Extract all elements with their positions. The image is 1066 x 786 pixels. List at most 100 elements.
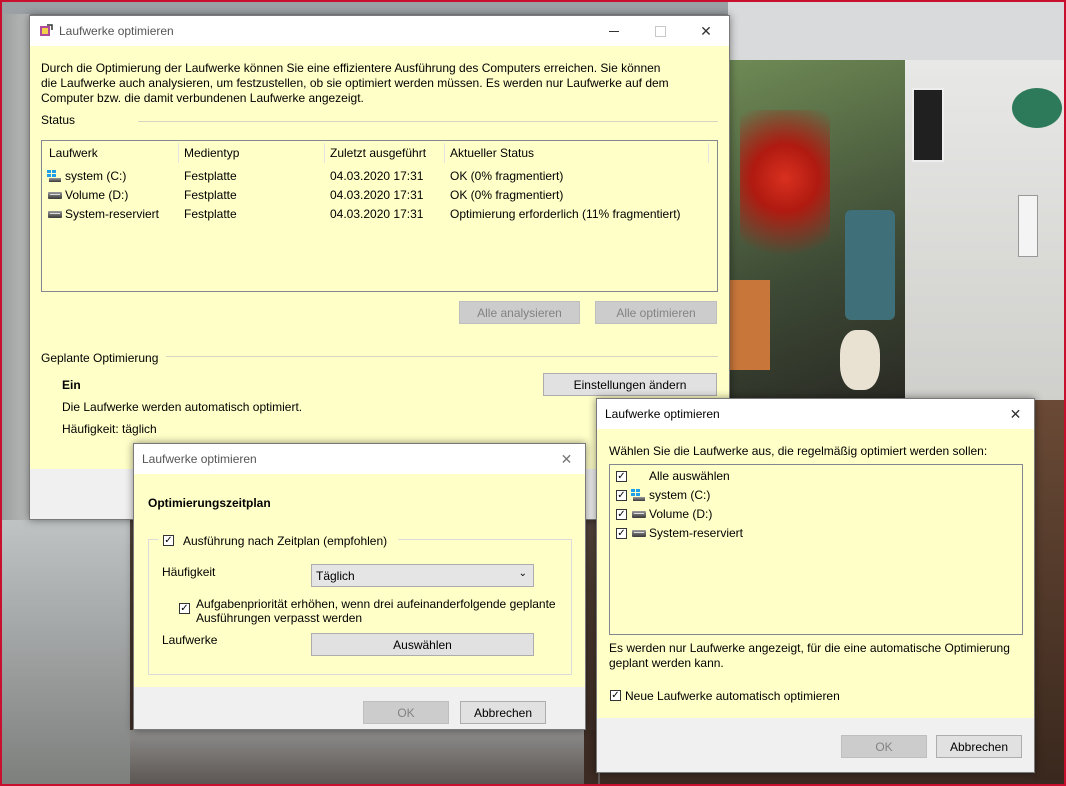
select-dialog-title: Laufwerke optimieren <box>605 407 720 421</box>
change-settings-button[interactable]: Einstellungen ändern <box>543 373 717 396</box>
select-dialog-close-button[interactable]: ✕ <box>997 399 1034 429</box>
windows-drive-icon <box>47 170 61 182</box>
checkmark-icon: ✓ <box>617 508 626 520</box>
list-item[interactable]: ✓ system (C:) <box>610 486 1022 505</box>
status-label: Status <box>41 113 76 127</box>
schedule-dialog-close-button[interactable]: ✕ <box>548 444 585 474</box>
select-note-line-1: Es werden nur Laufwerke angezeigt, für d… <box>609 641 1010 655</box>
checkmark-icon: ✓ <box>611 689 620 701</box>
schedule-dialog-titlebar[interactable]: Laufwerke optimieren ✕ <box>134 444 585 474</box>
drive-media-type: Festplatte <box>184 188 237 202</box>
close-button[interactable]: ✕ <box>683 16 729 46</box>
schedule-ok-button[interactable]: OK <box>363 701 449 724</box>
priority-label-line-2[interactable]: Ausführungen verpasst werden <box>196 611 362 625</box>
drive-label: Volume (D:) <box>649 507 713 521</box>
drive-last-run: 04.03.2020 17:31 <box>330 207 424 221</box>
select-all-label: Alle auswählen <box>649 469 730 483</box>
checkmark-icon: ✓ <box>164 534 173 546</box>
frequency-select-value: Täglich <box>316 569 355 583</box>
column-header-status[interactable]: Aktueller Status <box>450 146 534 160</box>
column-header-media[interactable]: Medientyp <box>184 146 239 160</box>
scheduled-optimization-label: Geplante Optimierung <box>41 351 159 365</box>
minimize-icon <box>609 30 619 32</box>
drive-checkbox[interactable]: ✓ <box>616 490 627 501</box>
drives-list-header: Laufwerk Medientyp Zuletzt ausgeführt Ak… <box>42 141 717 165</box>
checkmark-icon: ✓ <box>617 470 626 482</box>
hard-drive-icon <box>48 192 62 199</box>
list-item[interactable]: ✓ System-reserviert <box>610 524 1022 543</box>
hard-drive-icon <box>48 211 62 218</box>
maximize-icon <box>654 25 666 37</box>
drive-name: Volume (D:) <box>65 188 129 202</box>
scheduled-description: Die Laufwerke werden automatisch optimie… <box>62 400 303 414</box>
analyze-all-button[interactable]: Alle analysieren <box>459 301 580 324</box>
drive-checklist[interactable]: ✓ Alle auswählen ✓ system (C:) ✓ Volume … <box>609 464 1023 635</box>
close-icon: ✕ <box>560 450 573 467</box>
drive-label: System-reserviert <box>649 526 744 540</box>
drive-media-type: Festplatte <box>184 207 237 221</box>
select-ok-button[interactable]: OK <box>841 735 927 758</box>
frequency-select[interactable]: Täglich ⌄ <box>311 564 534 587</box>
auto-optimize-new-label[interactable]: Neue Laufwerke automatisch optimieren <box>625 689 840 703</box>
choose-drives-button[interactable]: Auswählen <box>311 633 534 656</box>
table-row[interactable]: Volume (D:) Festplatte 04.03.2020 17:31 … <box>42 186 717 205</box>
list-item[interactable]: ✓ Alle auswählen <box>610 467 1022 486</box>
drive-status: Optimierung erforderlich (11% fragmentie… <box>450 207 681 221</box>
description-line-1: Durch die Optimierung der Laufwerke könn… <box>41 61 661 75</box>
close-icon: ✕ <box>1009 405 1022 422</box>
select-instruction: Wählen Sie die Laufwerke aus, die regelm… <box>609 444 988 458</box>
drive-name: system (C:) <box>65 169 127 183</box>
schedule-dialog-title: Laufwerke optimieren <box>142 452 257 466</box>
column-divider[interactable] <box>444 143 445 163</box>
column-header-drive[interactable]: Laufwerk <box>49 146 98 160</box>
description-line-2: die Laufwerke auch analysieren, um festz… <box>41 76 669 90</box>
run-on-schedule-label[interactable]: Ausführung nach Zeitplan (empfohlen) <box>183 534 387 548</box>
scheduled-separator <box>166 356 718 357</box>
main-window-title: Laufwerke optimieren <box>59 24 174 38</box>
column-divider[interactable] <box>178 143 179 163</box>
scheduled-frequency: Häufigkeit: täglich <box>62 422 157 436</box>
table-row[interactable]: System-reserviert Festplatte 04.03.2020 … <box>42 205 717 224</box>
auto-optimize-new-checkbox[interactable]: ✓ <box>610 690 621 701</box>
schedule-cancel-button[interactable]: Abbrechen <box>460 701 546 724</box>
drives-label: Laufwerke <box>162 633 218 647</box>
drive-media-type: Festplatte <box>184 169 237 183</box>
select-note-line-2: geplant werden kann. <box>609 656 724 670</box>
column-divider[interactable] <box>324 143 325 163</box>
column-divider[interactable] <box>708 143 709 163</box>
checkmark-icon: ✓ <box>617 489 626 501</box>
defrag-app-icon <box>39 24 53 38</box>
close-icon: ✕ <box>700 22 712 39</box>
drive-checkbox[interactable]: ✓ <box>616 528 627 539</box>
minimize-button[interactable] <box>591 16 637 46</box>
windows-drive-icon <box>631 489 645 501</box>
maximize-button[interactable] <box>637 16 683 46</box>
select-dialog-titlebar[interactable]: Laufwerke optimieren ✕ <box>597 399 1034 429</box>
optimize-all-button[interactable]: Alle optimieren <box>595 301 717 324</box>
drive-last-run: 04.03.2020 17:31 <box>330 169 424 183</box>
drive-last-run: 04.03.2020 17:31 <box>330 188 424 202</box>
drive-label: system (C:) <box>649 488 711 502</box>
drive-checkbox[interactable]: ✓ <box>616 509 627 520</box>
main-titlebar[interactable]: Laufwerke optimieren ✕ <box>30 16 729 46</box>
select-cancel-button[interactable]: Abbrechen <box>936 735 1022 758</box>
column-header-last-run[interactable]: Zuletzt ausgeführt <box>330 146 426 160</box>
drive-name: System-reserviert <box>65 207 160 221</box>
frequency-label: Häufigkeit <box>162 565 216 579</box>
checkmark-icon: ✓ <box>617 527 626 539</box>
select-drives-dialog: Laufwerke optimieren ✕ Wählen Sie die La… <box>596 398 1035 773</box>
drive-status: OK (0% fragmentiert) <box>450 169 564 183</box>
drives-list[interactable]: Laufwerk Medientyp Zuletzt ausgeführt Ak… <box>41 140 718 292</box>
select-all-checkbox[interactable]: ✓ <box>616 471 627 482</box>
priority-label-line-1[interactable]: Aufgabenpriorität erhöhen, wenn drei auf… <box>196 597 556 611</box>
schedule-dialog: Laufwerke optimieren ✕ Optimierungszeitp… <box>133 443 586 730</box>
schedule-heading: Optimierungszeitplan <box>148 496 271 510</box>
table-row[interactable]: system (C:) Festplatte 04.03.2020 17:31 … <box>42 167 717 186</box>
run-on-schedule-checkbox[interactable]: ✓ <box>163 535 174 546</box>
chevron-down-icon: ⌄ <box>518 568 527 579</box>
status-separator <box>138 121 718 122</box>
priority-checkbox[interactable]: ✓ <box>179 603 190 614</box>
drive-status: OK (0% fragmentiert) <box>450 188 564 202</box>
list-item[interactable]: ✓ Volume (D:) <box>610 505 1022 524</box>
scheduled-state: Ein <box>62 378 81 392</box>
